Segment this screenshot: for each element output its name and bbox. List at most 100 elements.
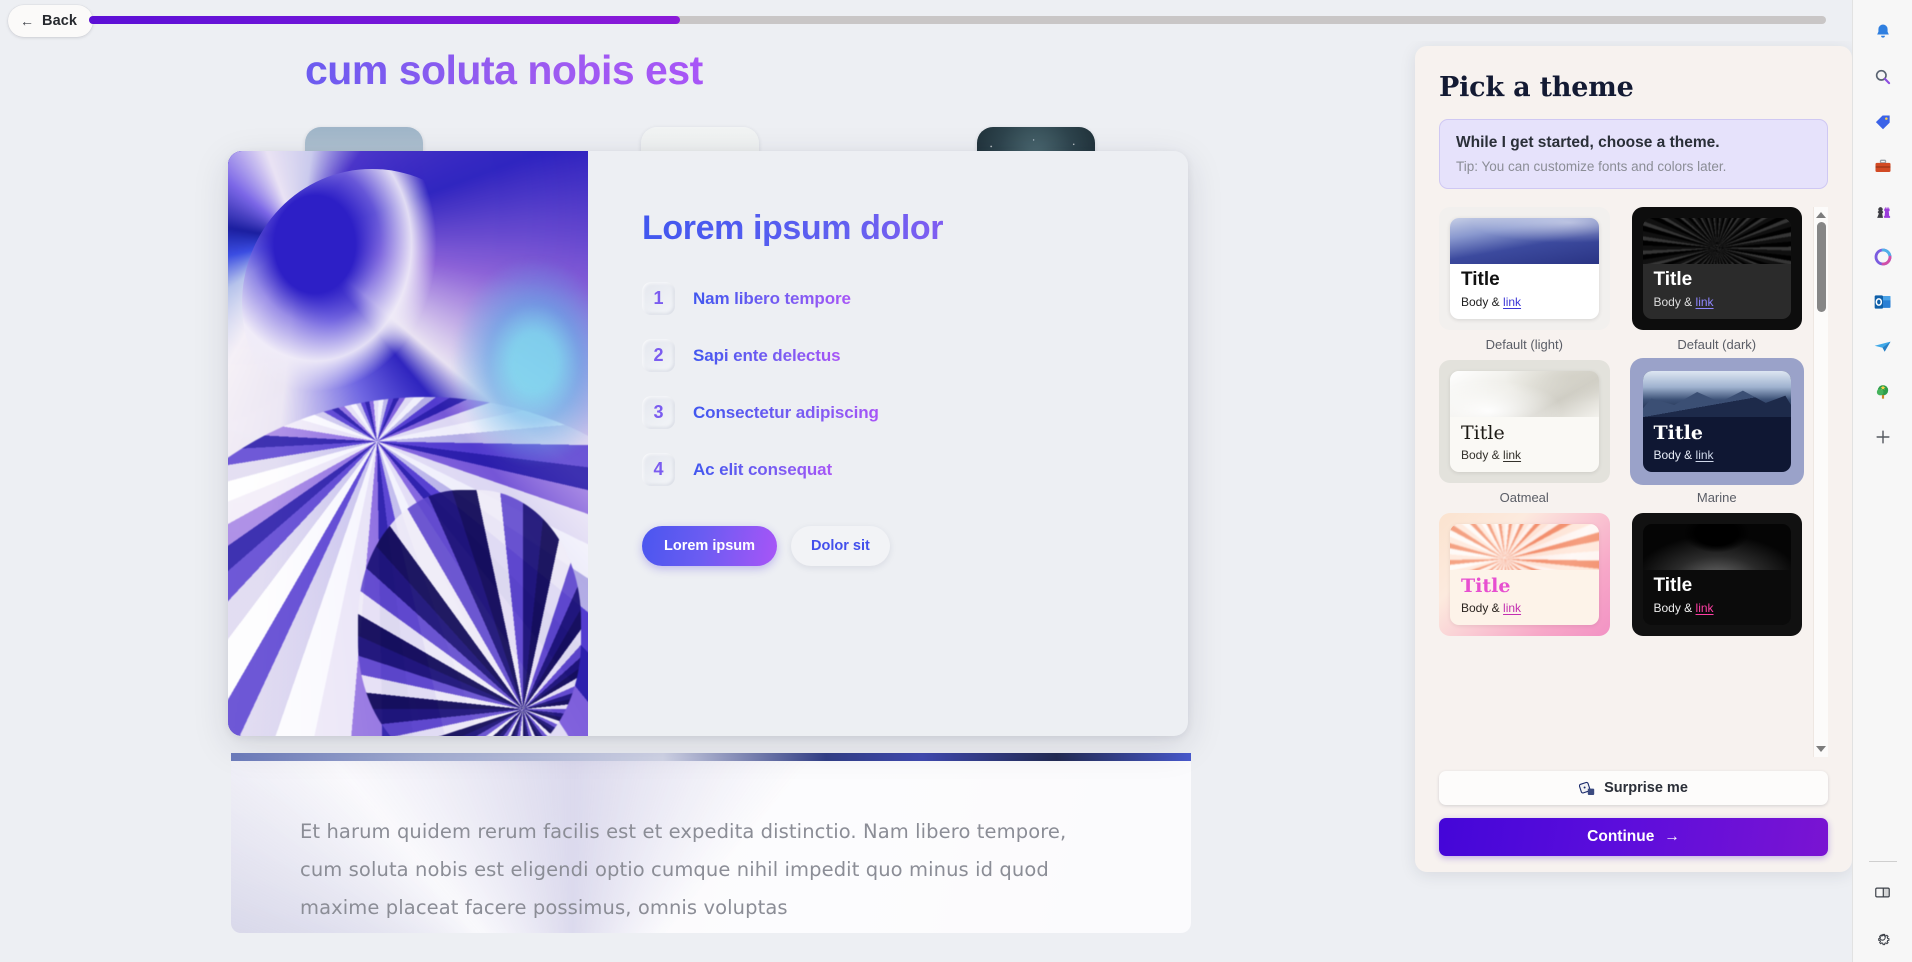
theme-preview-card[interactable]: Title Body & link [1631, 206, 1802, 330]
slide-artwork-image [228, 151, 588, 736]
theme-preview-body: Body & link [1461, 601, 1522, 616]
top-toolbar: ← Back [0, 0, 1852, 41]
scrollbar-track[interactable] [1814, 218, 1828, 746]
arrow-right-icon: → [1664, 828, 1680, 845]
theme-option-marine[interactable]: Title Body & link Marine [1631, 359, 1802, 505]
theme-option-item-4[interactable]: Title Body & link [1439, 512, 1610, 643]
list-item[interactable]: 3 Consectetur adipiscing [642, 396, 1132, 429]
scrollbar-thumb[interactable] [1817, 221, 1826, 312]
tree-icon[interactable] [1863, 372, 1903, 412]
theme-preview-text: Title Body & link [1450, 264, 1599, 319]
theme-preview-inner: Title Body & link [1642, 523, 1792, 625]
theme-preview-text: Title Body & link [1643, 570, 1792, 625]
theme-preview-inner: Title Body & link [1642, 217, 1792, 319]
theme-preview-link: link [1695, 601, 1714, 616]
theme-preview-image [1642, 523, 1791, 571]
theme-preview-body: Body & link [1653, 295, 1714, 310]
briefcase-icon[interactable] [1863, 147, 1903, 187]
back-button[interactable]: ← Back [8, 4, 94, 37]
list-item[interactable]: 4 Ac elit consequat [642, 453, 1132, 486]
theme-option-label: Oatmeal [1499, 489, 1549, 505]
chess-icon[interactable] [1863, 192, 1903, 232]
theme-preview-card[interactable]: Title Body & link [1439, 512, 1610, 636]
list-item[interactable]: 2 Sapi ente delectus [642, 339, 1132, 372]
back-button-label: Back [42, 12, 78, 29]
plus-icon[interactable] [1863, 417, 1903, 457]
theme-option-label: Default (dark) [1677, 336, 1757, 352]
bullet-text: Nam libero tempore [693, 288, 851, 308]
theme-list-scrollbar[interactable] [1813, 206, 1828, 757]
deck-headline: cum soluta nobis est [305, 47, 703, 93]
tip-secondary-text: Tip: You can customize fonts and colors … [1456, 158, 1727, 174]
slide-content: Lorem ipsum dolor 1 Nam libero tempore 2… [588, 151, 1188, 736]
outlook-icon[interactable] [1863, 282, 1903, 322]
theme-option-label: Marine [1696, 489, 1737, 505]
tip-primary-text: While I get started, choose a theme. [1456, 134, 1720, 151]
theme-preview-inner: Title Body & link [1450, 523, 1599, 625]
bullet-number: 1 [642, 282, 675, 315]
bell-icon[interactable] [1863, 12, 1903, 52]
back-arrow-icon: ← [20, 12, 34, 29]
theme-preview-text: Title Body & link [1450, 570, 1599, 625]
continue-button[interactable]: Continue → [1439, 818, 1828, 856]
theme-preview-text: Title Body & link [1643, 417, 1792, 472]
progress-bar-fill [89, 16, 680, 24]
slide-primary-cta-button[interactable]: Lorem ipsum [642, 526, 778, 566]
theme-preview-body: Body & link [1461, 448, 1522, 463]
surprise-me-label: Surprise me [1604, 780, 1688, 796]
send-icon[interactable] [1863, 327, 1903, 367]
theme-preview-inner: Title Body & link [1642, 370, 1792, 472]
gear-icon[interactable] [1863, 917, 1903, 957]
split-panel-icon[interactable] [1863, 872, 1903, 912]
theme-preview-image [1642, 217, 1791, 265]
theme-preview-card[interactable]: Title Body & link [1631, 512, 1802, 636]
deck-paragraph: Et harum quidem rerum facilis est et exp… [300, 820, 1067, 919]
theme-scroll-area[interactable]: Title Body & link Default (light) Title Body… [1439, 206, 1828, 757]
theme-preview-card[interactable]: Title Body & link [1439, 359, 1610, 483]
theme-preview-image [1642, 370, 1791, 418]
os-sidebar-rail [1852, 0, 1912, 962]
scroll-down-arrow-icon[interactable] [1816, 746, 1826, 752]
theme-preview-body: Body & link [1461, 295, 1522, 310]
theme-option-oatmeal[interactable]: Title Body & link Oatmeal [1439, 359, 1610, 505]
rail-divider [1868, 861, 1897, 862]
search-icon[interactable] [1863, 57, 1903, 97]
theme-preview-text: Title Body & link [1450, 417, 1599, 472]
theme-preview-link: link [1503, 448, 1522, 463]
page-title: Pick a theme [1439, 72, 1634, 103]
theme-preview-title: Title [1461, 269, 1500, 291]
theme-preview-image [1450, 217, 1599, 265]
theme-option-default-light[interactable]: Title Body & link Default (light) [1439, 206, 1610, 352]
theme-option-default-dark[interactable]: Title Body & link Default (dark) [1631, 206, 1802, 352]
theme-preview-title: Title [1653, 422, 1703, 445]
slide-cta-row: Lorem ipsum Dolor sit [642, 526, 1132, 566]
theme-preview-link: link [1503, 295, 1522, 310]
slide-bullet-list: 1 Nam libero tempore 2 Sapi ente delectu… [642, 282, 1132, 486]
theme-preview-body: Body & link [1653, 601, 1714, 616]
theme-preview-card[interactable]: Title Body & link [1631, 359, 1802, 483]
theme-preview-link: link [1695, 295, 1714, 310]
theme-preview-body: Body & link [1653, 448, 1714, 463]
theme-preview-image [1450, 370, 1599, 418]
theme-preview-title: Title [1653, 269, 1693, 291]
theme-preview-link: link [1695, 448, 1714, 463]
surprise-me-button[interactable]: Surprise me [1439, 771, 1828, 805]
bullet-number: 3 [642, 396, 675, 429]
active-slide-card[interactable]: Lorem ipsum dolor 1 Nam libero tempore 2… [228, 151, 1188, 736]
theme-preview-title: Title [1461, 575, 1511, 598]
bullet-text: Ac elit consequat [693, 459, 833, 479]
theme-option-item-5[interactable]: Title Body & link [1631, 512, 1802, 643]
dice-icon [1579, 781, 1595, 795]
theme-grid: Title Body & link Default (light) Title Body… [1439, 206, 1802, 643]
list-item[interactable]: 1 Nam libero tempore [642, 282, 1132, 315]
theme-preview-card[interactable]: Title Body & link [1439, 206, 1610, 330]
progress-bar [89, 16, 1826, 24]
theme-preview-image [1450, 523, 1599, 571]
theme-preview-title: Title [1461, 422, 1505, 445]
bullet-text: Consectetur adipiscing [693, 402, 879, 422]
theme-preview-text: Title Body & link [1643, 264, 1792, 319]
loop-icon[interactable] [1863, 237, 1903, 277]
slide-secondary-cta-button[interactable]: Dolor sit [791, 526, 890, 566]
theme-preview-link: link [1503, 601, 1522, 616]
tag-icon[interactable] [1863, 102, 1903, 142]
